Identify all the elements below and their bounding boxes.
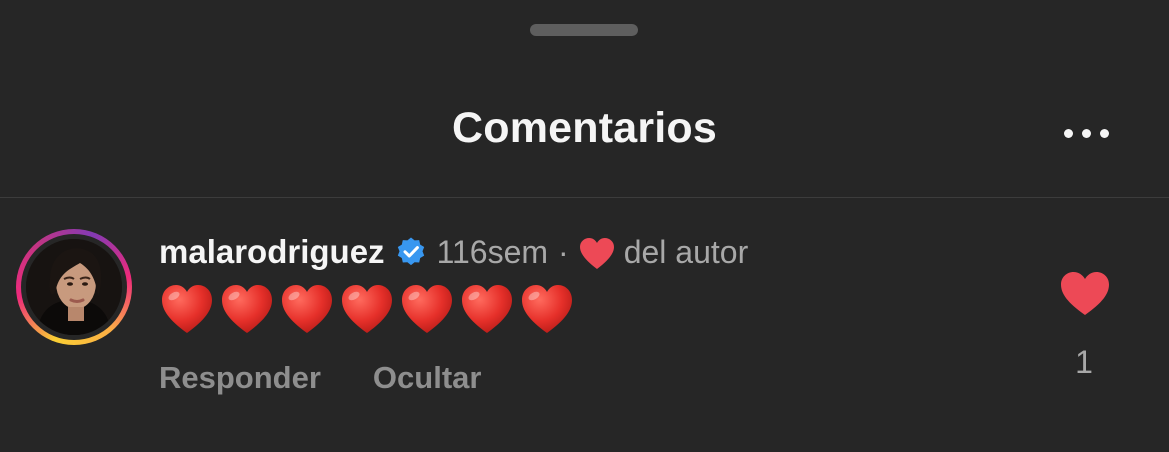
- hide-button[interactable]: Ocultar: [373, 360, 482, 396]
- verified-badge-icon: [397, 237, 424, 266]
- like-count: 1: [1075, 344, 1093, 380]
- red-heart-emoji: [162, 285, 212, 333]
- heart-icon: [579, 237, 614, 269]
- avatar-ring-gap: [21, 234, 127, 340]
- sheet-title: Comentarios: [451, 104, 718, 152]
- comment-meta: malarodriguez 116sem · del autor: [159, 228, 748, 276]
- red-heart-emoji: [402, 285, 452, 333]
- red-heart-emoji: [522, 285, 572, 333]
- avatar-portrait-image: [26, 239, 122, 335]
- sheet-drag-handle[interactable]: [530, 24, 638, 36]
- red-heart-emoji: [222, 285, 272, 333]
- reply-button[interactable]: Responder: [159, 360, 321, 396]
- heart-filled-icon[interactable]: [1059, 270, 1111, 318]
- comment-text: [158, 280, 576, 338]
- comment-timestamp: 116sem: [436, 233, 549, 270]
- more-dot: [1081, 128, 1091, 138]
- more-options-icon[interactable]: [1056, 118, 1116, 148]
- more-dot: [1099, 128, 1109, 138]
- more-dot: [1063, 128, 1073, 138]
- comment-actions: Responder Ocultar: [159, 360, 481, 396]
- red-heart-emoji: [342, 285, 392, 333]
- avatar-photo: [26, 239, 122, 335]
- red-heart-emoji: [282, 285, 332, 333]
- header-divider: [0, 197, 1169, 198]
- author-liked-label: del autor: [623, 233, 749, 270]
- red-heart-emoji: [462, 285, 512, 333]
- avatar[interactable]: [16, 229, 132, 345]
- comment-username[interactable]: malarodriguez: [159, 233, 385, 271]
- meta-separator: ·: [558, 233, 569, 270]
